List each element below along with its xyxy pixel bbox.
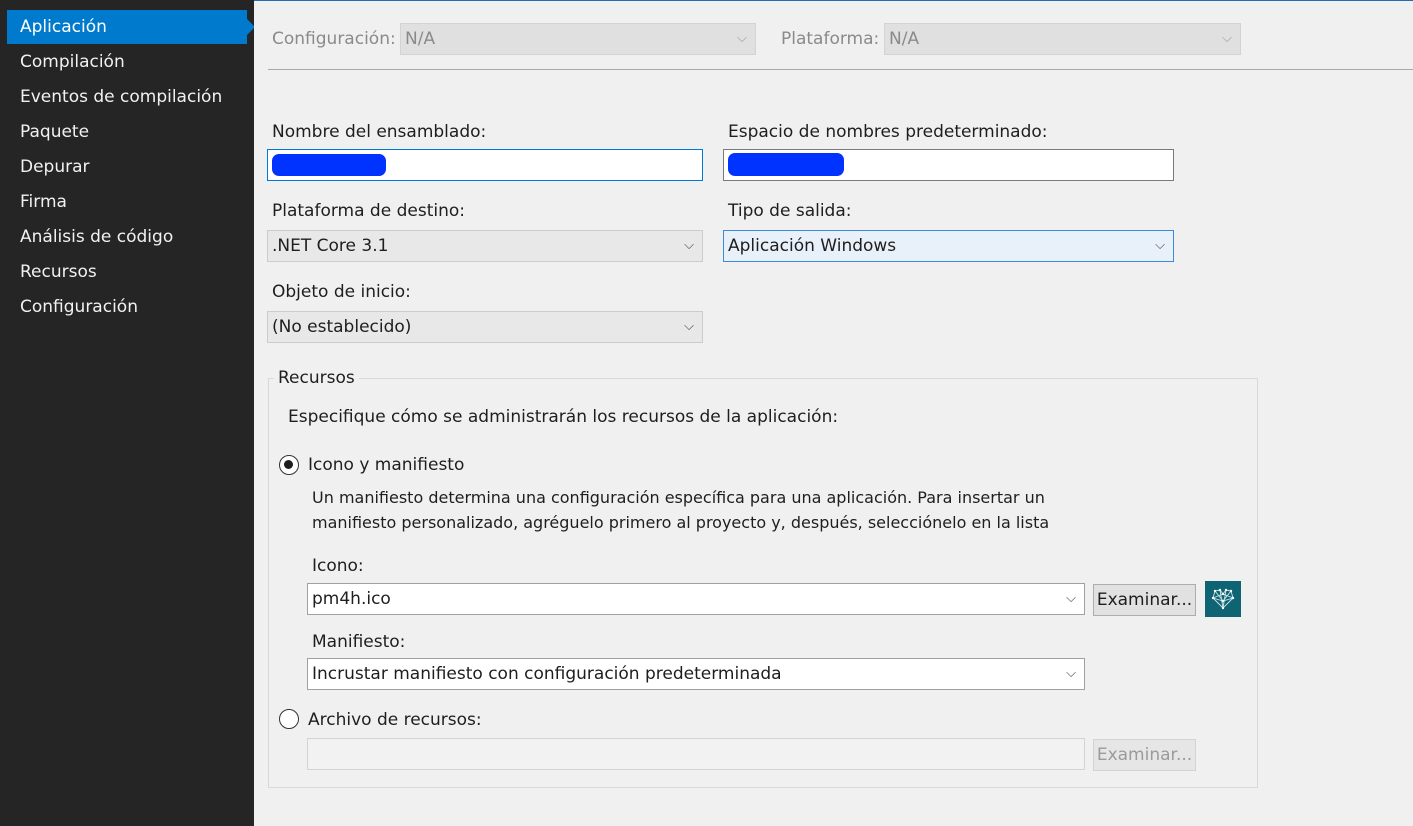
startup-object-select[interactable]: (No establecido) ⌵ xyxy=(267,311,703,343)
separator xyxy=(268,69,1413,70)
output-type-select[interactable]: Aplicación Windows ⌵ xyxy=(723,230,1174,262)
manifest-help-text-line2: manifiesto personalizado, agréguelo prim… xyxy=(312,513,1050,532)
target-framework-value: .NET Core 3.1 xyxy=(272,236,389,256)
default-namespace-label: Espacio de nombres predeterminado: xyxy=(728,122,1048,142)
sidebar-item-firma[interactable]: Firma xyxy=(7,185,247,219)
chevron-down-icon: ⌵ xyxy=(737,31,747,46)
output-type-value: Aplicación Windows xyxy=(728,236,897,256)
sidebar-item-compilacion[interactable]: Compilación xyxy=(7,45,247,79)
platform-label: Plataforma: xyxy=(781,29,880,49)
icon-value: pm4h.ico xyxy=(312,589,391,609)
network-heart-icon xyxy=(1211,588,1235,610)
startup-object-value: (No establecido) xyxy=(272,317,412,337)
redaction-mark xyxy=(272,154,386,176)
manifest-help-text-line1: Un manifiesto determina una configuració… xyxy=(312,488,1045,507)
target-framework-label: Plataforma de destino: xyxy=(272,201,465,221)
icon-select[interactable]: pm4h.ico ⌵ xyxy=(307,583,1085,615)
resources-description: Especifique cómo se administrarán los re… xyxy=(288,407,839,427)
manifest-label: Manifiesto: xyxy=(312,632,406,652)
configuration-value: N/A xyxy=(405,29,436,49)
chevron-down-icon: ⌵ xyxy=(684,319,694,334)
sidebar-item-eventos-de-compilacion[interactable]: Eventos de compilación xyxy=(7,80,247,114)
sidebar-item-analisis-de-codigo[interactable]: Análisis de código xyxy=(7,220,247,254)
sidebar-item-aplicacion[interactable]: Aplicación xyxy=(7,10,255,44)
chevron-down-icon: ⌵ xyxy=(684,238,694,253)
resource-file-option-label[interactable]: Archivo de recursos: xyxy=(308,710,482,730)
icon-manifest-option-label[interactable]: Icono y manifiesto xyxy=(308,455,464,475)
app-icon-preview xyxy=(1205,581,1241,617)
resources-group-title: Recursos xyxy=(274,368,359,388)
redaction-mark xyxy=(728,153,844,176)
sidebar: Aplicación Compilación Eventos de compil… xyxy=(0,0,255,826)
assembly-name-label: Nombre del ensamblado: xyxy=(272,122,487,142)
sidebar-item-paquete[interactable]: Paquete xyxy=(7,115,247,149)
platform-select[interactable]: N/A ⌵ xyxy=(884,23,1241,55)
manifest-select[interactable]: Incrustar manifiesto con configuración p… xyxy=(307,658,1085,690)
manifest-value: Incrustar manifiesto con configuración p… xyxy=(312,664,782,684)
icon-label: Icono: xyxy=(312,556,364,576)
browse-resource-file-button[interactable]: Examinar... xyxy=(1093,739,1196,771)
startup-object-label: Objeto de inicio: xyxy=(272,282,411,302)
target-framework-select[interactable]: .NET Core 3.1 ⌵ xyxy=(267,230,703,262)
configuration-select[interactable]: N/A ⌵ xyxy=(400,23,756,55)
browse-icon-button[interactable]: Examinar... xyxy=(1093,584,1196,616)
application-settings-panel: Configuración: N/A ⌵ Plataforma: N/A ⌵ N… xyxy=(254,0,1413,826)
icon-manifest-radio[interactable] xyxy=(279,455,299,475)
default-namespace-input[interactable] xyxy=(723,149,1174,181)
resource-file-input[interactable] xyxy=(307,738,1085,770)
platform-value: N/A xyxy=(889,29,920,49)
assembly-name-input[interactable] xyxy=(267,149,703,181)
output-type-label: Tipo de salida: xyxy=(728,201,852,221)
chevron-down-icon: ⌵ xyxy=(1066,591,1076,606)
configuration-label: Configuración: xyxy=(272,29,396,49)
sidebar-item-depurar[interactable]: Depurar xyxy=(7,150,247,184)
radio-selected-dot xyxy=(284,460,293,469)
chevron-down-icon: ⌵ xyxy=(1155,238,1165,253)
chevron-down-icon: ⌵ xyxy=(1066,666,1076,681)
sidebar-item-configuracion[interactable]: Configuración xyxy=(7,290,247,324)
sidebar-item-recursos[interactable]: Recursos xyxy=(7,255,247,289)
chevron-down-icon: ⌵ xyxy=(1222,31,1232,46)
resource-file-radio[interactable] xyxy=(279,709,299,729)
